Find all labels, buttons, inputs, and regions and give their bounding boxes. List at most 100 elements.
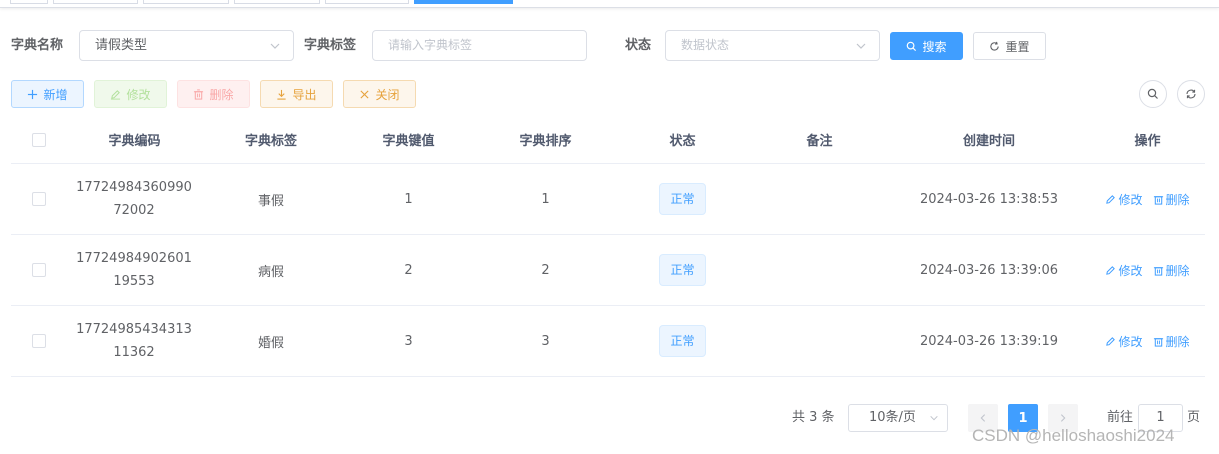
header-checkbox-cell	[11, 116, 67, 163]
cell-sort: 3	[541, 333, 550, 349]
cell-label: 事假	[257, 193, 284, 209]
tags-view-bar	[0, 0, 1219, 8]
header-value: 字典键值	[382, 134, 435, 149]
cell-sort: 2	[541, 262, 550, 278]
csdn-watermark: CSDN @helloshaoshi2024	[972, 426, 1175, 445]
header-sort: 字典排序	[519, 134, 572, 149]
tab-tag[interactable]	[53, 0, 138, 4]
cell-ops: 修改 删除	[1090, 235, 1205, 305]
row-edit-label: 修改	[1118, 334, 1143, 349]
cell-created: 2024-03-26 13:39:19	[919, 333, 1059, 349]
table-row: 1772498543431311362 婚假 3 3 正常 2024-03-26…	[11, 306, 1205, 377]
chevron-down-icon	[930, 415, 938, 421]
search-button-label: 搜索	[922, 39, 947, 54]
delete-button-label: 删除	[209, 87, 234, 102]
row-checkbox-cell	[11, 235, 67, 305]
row-delete-label: 删除	[1165, 192, 1190, 207]
tab-tag[interactable]	[10, 0, 48, 4]
page-size-select[interactable]: 10条/页	[848, 404, 948, 432]
cell-code: 1772498543431311362	[76, 322, 192, 360]
search-icon	[907, 41, 917, 51]
search-button[interactable]: 搜索	[890, 32, 963, 60]
cell-sort: 1	[541, 191, 550, 207]
reset-button[interactable]: 重置	[973, 32, 1046, 60]
trash-icon	[194, 88, 204, 100]
add-button[interactable]: 新增	[11, 80, 84, 108]
refresh-table-button[interactable]	[1177, 80, 1205, 108]
edit-button[interactable]: 修改	[94, 80, 167, 108]
chevron-right-icon	[1060, 414, 1066, 422]
cell-value: 1	[404, 191, 413, 207]
page-size-value: 10条/页	[869, 410, 916, 425]
export-button[interactable]: 导出	[260, 80, 333, 108]
header-code: 字典编码	[108, 134, 161, 149]
status-placeholder: 数据状态	[681, 38, 730, 52]
cell-code: 1772498436099072002	[76, 180, 192, 218]
chevron-down-icon	[270, 43, 280, 49]
close-button-label: 关闭	[375, 87, 400, 102]
dict-label-placeholder: 请输入字典标签	[388, 38, 473, 52]
header-ops: 操作	[1134, 134, 1161, 149]
row-checkbox[interactable]	[32, 192, 46, 206]
toggle-search-button[interactable]	[1139, 80, 1167, 108]
cell-created: 2024-03-26 13:38:53	[919, 191, 1059, 207]
delete-button[interactable]: 删除	[177, 80, 250, 108]
row-edit-label: 修改	[1118, 263, 1143, 278]
cell-ops: 修改 删除	[1090, 164, 1205, 234]
close-button[interactable]: 关闭	[343, 80, 416, 108]
cell-remark	[751, 164, 888, 234]
header-label: 字典标签	[244, 134, 297, 149]
chevron-down-icon	[856, 43, 866, 49]
cell-label: 病假	[257, 264, 284, 280]
cell-value: 2	[404, 262, 413, 278]
download-icon	[277, 89, 287, 100]
status-badge: 正常	[659, 254, 706, 286]
dict-label-label: 字典标签	[304, 38, 357, 53]
dict-label-input[interactable]: 请输入字典标签	[372, 30, 587, 61]
row-delete-link[interactable]: 删除	[1153, 333, 1190, 350]
cell-created: 2024-03-26 13:39:06	[919, 262, 1059, 278]
row-checkbox[interactable]	[32, 263, 46, 277]
row-edit-label: 修改	[1118, 192, 1143, 207]
edit-icon	[111, 89, 121, 100]
row-edit-link[interactable]: 修改	[1105, 262, 1143, 279]
cell-ops: 修改 删除	[1090, 306, 1205, 376]
dict-name-select[interactable]: 请假类型	[79, 30, 294, 61]
refresh-icon	[990, 41, 1000, 51]
row-edit-link[interactable]: 修改	[1105, 333, 1143, 350]
dict-name-value: 请假类型	[95, 38, 148, 53]
row-checkbox-cell	[11, 306, 67, 376]
edit-button-label: 修改	[126, 87, 151, 102]
select-all-checkbox[interactable]	[32, 132, 46, 147]
dict-name-label: 字典名称	[11, 38, 64, 53]
cell-status: 正常	[614, 235, 751, 305]
tab-tag-active[interactable]	[414, 0, 513, 4]
header-remark: 备注	[806, 134, 833, 149]
plus-icon	[28, 89, 38, 99]
row-checkbox[interactable]	[32, 334, 46, 348]
tab-tag[interactable]	[325, 0, 409, 4]
add-button-label: 新增	[43, 87, 68, 102]
edit-icon	[1106, 194, 1116, 204]
close-icon	[360, 89, 370, 99]
chevron-left-icon	[980, 414, 986, 422]
row-delete-link[interactable]: 删除	[1153, 262, 1190, 279]
search-icon	[1147, 88, 1158, 99]
edit-icon	[1106, 336, 1116, 346]
status-select[interactable]: 数据状态	[665, 30, 880, 61]
edit-icon	[1106, 265, 1116, 275]
cell-value: 3	[404, 333, 413, 349]
trash-icon	[1153, 266, 1163, 276]
cell-label: 婚假	[257, 335, 284, 351]
row-delete-link[interactable]: 删除	[1153, 191, 1190, 208]
row-delete-label: 删除	[1165, 263, 1190, 278]
header-status: 状态	[669, 134, 696, 149]
row-edit-link[interactable]: 修改	[1105, 191, 1143, 208]
table-header: 字典编码 字典标签 字典键值 字典排序 状态 备注 创建时间 操作	[11, 116, 1205, 164]
status-badge: 正常	[659, 325, 706, 357]
table-row: 1772498436099072002 事假 1 1 正常 2024-03-26…	[11, 164, 1205, 235]
status-badge: 正常	[659, 183, 706, 215]
cell-status: 正常	[614, 306, 751, 376]
tab-tag[interactable]	[234, 0, 320, 4]
tab-tag[interactable]	[143, 0, 229, 4]
